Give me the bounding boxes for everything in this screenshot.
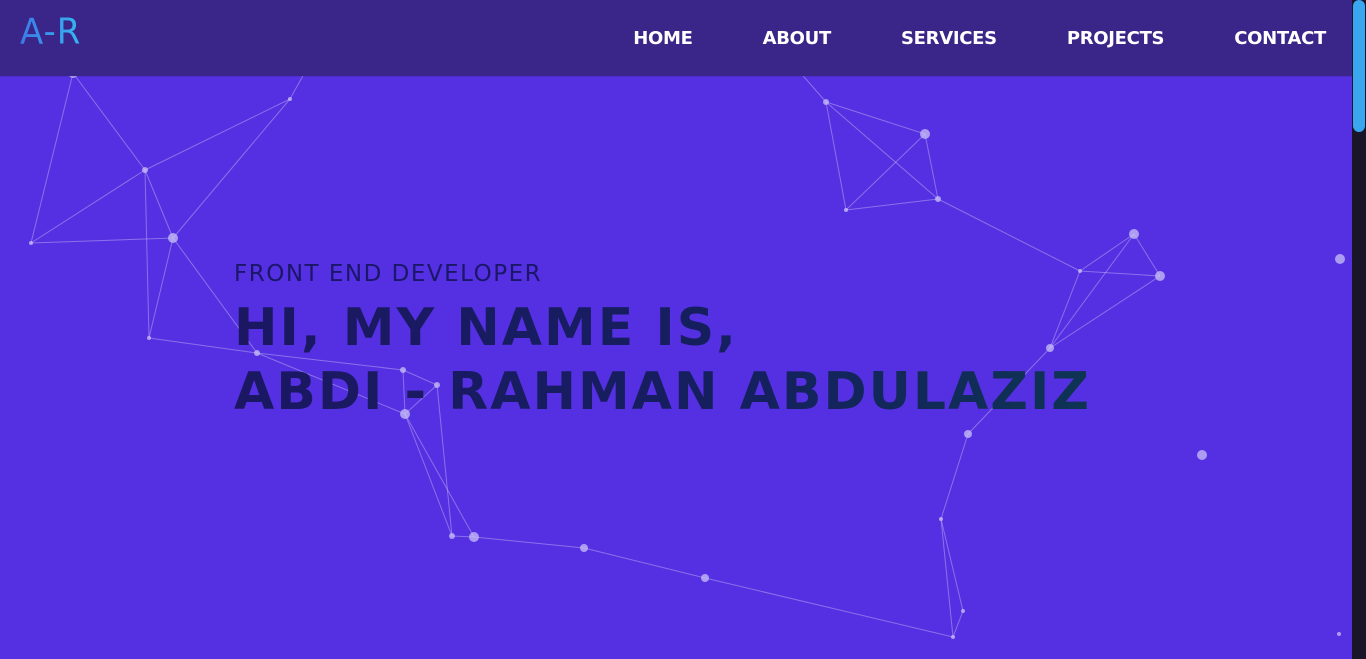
particle-link (72, 72, 146, 171)
particle-link (704, 577, 954, 638)
particle-dot (580, 544, 588, 552)
particle-dot (29, 241, 33, 245)
nav-item-contact[interactable]: CONTACT (1234, 28, 1326, 49)
particle-dot (1129, 229, 1139, 239)
particle-link (583, 547, 706, 579)
particle-dot (1155, 271, 1165, 281)
site-logo[interactable]: A-R (20, 11, 81, 53)
particle-link (144, 98, 291, 171)
nav-item-services[interactable]: SERVICES (901, 28, 997, 49)
scrollbar-track[interactable] (1352, 0, 1366, 659)
particle-dot (1335, 254, 1345, 264)
hero-title: HI, MY NAME IS, ABDI - RAHMAN ABDULAZIZ (234, 296, 1091, 424)
particle-dot (823, 99, 829, 105)
particle-dot (469, 532, 479, 542)
particle-link (30, 237, 174, 244)
particle-link (940, 518, 954, 638)
particle-link (172, 98, 291, 239)
nav-item-about[interactable]: ABOUT (763, 28, 832, 49)
particle-dot (939, 517, 943, 521)
particle-link (952, 610, 964, 638)
particle-link (144, 169, 150, 339)
particle-link (404, 413, 453, 537)
particle-dot (168, 233, 178, 243)
particle-link (825, 101, 939, 200)
particle-link (30, 72, 74, 244)
particle-link (144, 169, 174, 239)
particle-dot (701, 574, 709, 582)
nav-item-projects[interactable]: PROJECTS (1067, 28, 1165, 49)
particle-dot (1337, 632, 1341, 636)
hero-title-line-1: HI, MY NAME IS, (234, 298, 738, 358)
particle-dot (449, 533, 455, 539)
particle-dot (920, 129, 930, 139)
hero-section: FRONT END DEVELOPER HI, MY NAME IS, ABDI… (234, 260, 1091, 424)
particle-dot (142, 167, 148, 173)
particle-dot (961, 609, 965, 613)
hero-subtitle: FRONT END DEVELOPER (234, 261, 543, 287)
particle-link (404, 413, 475, 538)
navbar: A-R HOME ABOUT SERVICES PROJECTS CONTACT (0, 0, 1352, 76)
particle-link (845, 198, 939, 211)
scrollbar-thumb[interactable] (1353, 0, 1365, 132)
particle-dot (951, 635, 955, 639)
particle-link (940, 518, 964, 612)
particle-link (825, 101, 847, 211)
particle-link (940, 433, 969, 520)
particle-link (148, 237, 174, 339)
particle-link (473, 536, 585, 549)
particle-dot (147, 336, 151, 340)
particle-link (825, 101, 926, 135)
particle-dot (964, 430, 972, 438)
particle-dot (935, 196, 941, 202)
particle-link (845, 133, 926, 211)
hero-title-line-2: ABDI - RAHMAN ABDULAZIZ (234, 362, 1092, 422)
particle-dot (1197, 450, 1207, 460)
particle-link (1079, 270, 1161, 277)
particle-dot (288, 97, 292, 101)
nav-item-home[interactable]: HOME (633, 28, 693, 49)
particle-dot (844, 208, 848, 212)
main-nav: HOME ABOUT SERVICES PROJECTS CONTACT (633, 28, 1326, 49)
particle-link (1133, 233, 1161, 277)
particle-link (30, 169, 146, 244)
